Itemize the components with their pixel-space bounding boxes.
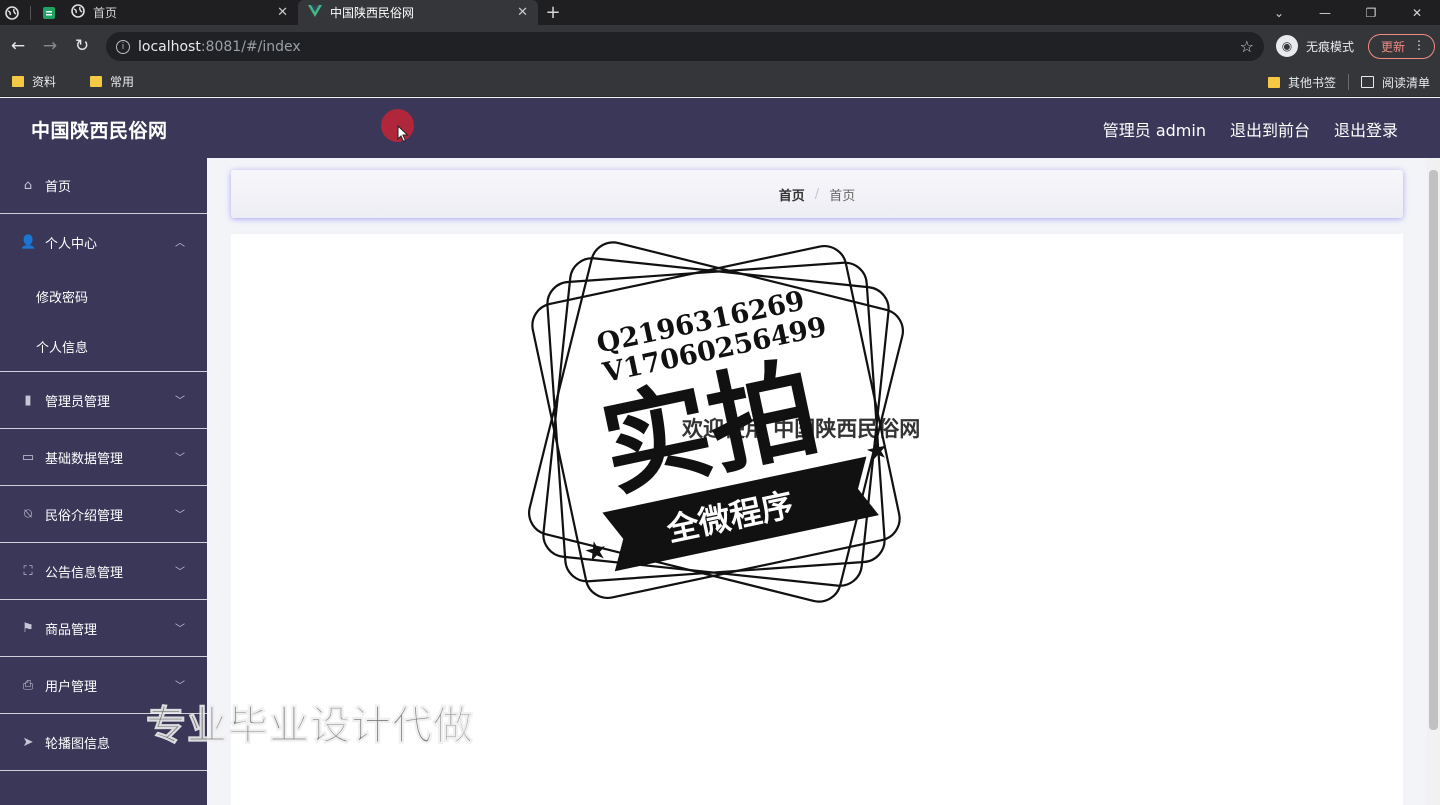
bell-off-icon: ⍉ bbox=[24, 506, 32, 522]
bookmark-folder[interactable]: 资料 bbox=[12, 73, 56, 90]
sidebar-item-home[interactable]: ⌂ 首页 bbox=[0, 158, 207, 214]
vue-logo-icon bbox=[308, 5, 322, 20]
admin-label: 管理员 admin bbox=[1102, 121, 1206, 140]
send-icon: ➤ bbox=[22, 734, 34, 750]
browser-tab-strip: 首页 ✕ 中国陕西民俗网 ✕ + ⌄ — ❐ ✕ bbox=[0, 0, 1440, 25]
user-icon: 👤 bbox=[20, 235, 37, 250]
home-icon: ⌂ bbox=[23, 178, 33, 193]
reading-list-icon bbox=[1360, 76, 1374, 88]
sidebar-item-label: 民俗介绍管理 bbox=[45, 508, 124, 524]
breadcrumb-current: 首页 bbox=[829, 188, 856, 204]
scroll-thumb[interactable] bbox=[1429, 170, 1438, 730]
folder-icon bbox=[90, 76, 103, 87]
forward-arrow-icon[interactable]: → bbox=[34, 36, 66, 56]
tab-home[interactable]: 首页 ✕ bbox=[61, 0, 298, 25]
flag-icon: ⚑ bbox=[22, 620, 34, 636]
bar-chart-icon: ▮ bbox=[24, 392, 32, 408]
update-label: 更新 bbox=[1381, 40, 1406, 54]
bookmark-label: 阅读清单 bbox=[1381, 75, 1430, 90]
restore-icon[interactable]: ❐ bbox=[1348, 6, 1394, 20]
sidebar-item-admin-management[interactable]: ▮ 管理员管理 ﹀ bbox=[0, 372, 207, 429]
bookmark-folder[interactable]: 常用 bbox=[90, 73, 134, 90]
sidebar-item-goods[interactable]: ⚑ 商品管理 ﹀ bbox=[0, 600, 207, 657]
incognito-label: 无痕模式 bbox=[1306, 39, 1355, 54]
sidebar-item-personal-center[interactable]: 👤 个人中心 ︿ bbox=[0, 214, 207, 271]
other-bookmarks[interactable]: 其他书签 bbox=[1267, 74, 1336, 91]
sheet-app-icon[interactable] bbox=[37, 0, 61, 25]
globe-icon bbox=[71, 4, 85, 21]
tab-active[interactable]: 中国陕西民俗网 ✕ bbox=[298, 0, 538, 25]
sidebar-item-notice[interactable]: ⛶ 公告信息管理 ﹀ bbox=[0, 543, 207, 600]
breadcrumb: 首页 / 首页 bbox=[231, 170, 1403, 218]
minimize-icon[interactable]: — bbox=[1302, 6, 1348, 20]
sidebar-subitem-change-password[interactable]: 修改密码 bbox=[0, 271, 207, 321]
chevron-down-icon: ﹀ bbox=[175, 681, 185, 692]
svg-text:★: ★ bbox=[863, 434, 892, 468]
address-bar: ← → ↻ i localhost:8081/#/index ☆ ◉ 无痕模式 … bbox=[0, 25, 1440, 67]
sidebar-item-label: 商品管理 bbox=[45, 622, 98, 638]
sidebar-item-label: 公告信息管理 bbox=[45, 565, 124, 581]
sidebar-group-personal: 👤 个人中心 ︿ 修改密码 个人信息 bbox=[0, 214, 207, 372]
app-header: 中国陕西民俗网 管理员 admin 退出到前台 退出登录 bbox=[0, 98, 1440, 158]
new-tab-icon[interactable]: + bbox=[538, 2, 568, 23]
sidebar-item-folk-intro[interactable]: ⍉ 民俗介绍管理 ﹀ bbox=[0, 486, 207, 543]
promo-watermark: 专业毕业设计代做 bbox=[146, 703, 474, 750]
folder-icon bbox=[12, 76, 24, 87]
incognito-indicator[interactable]: ◉ 无痕模式 bbox=[1276, 35, 1354, 57]
close-icon[interactable]: ✕ bbox=[517, 5, 528, 20]
breadcrumb-root[interactable]: 首页 bbox=[779, 185, 805, 204]
sidebar-item-label: 用户管理 bbox=[45, 679, 98, 695]
chevron-down-icon: ﹀ bbox=[175, 453, 185, 464]
bookmarks-bar: 资料 常用 其他书签 阅读清单 bbox=[0, 67, 1440, 97]
window-close-icon[interactable]: ✕ bbox=[1394, 6, 1440, 20]
chevron-down-icon: ﹀ bbox=[175, 624, 185, 635]
site-brand: 中国陕西民俗网 bbox=[31, 120, 168, 142]
sidebar-item-label: 轮播图信息 bbox=[45, 736, 111, 752]
sidebar-item-basic-data[interactable]: ▭ 基础数据管理 ﹀ bbox=[0, 429, 207, 486]
sidebar-subitem-label: 修改密码 bbox=[36, 290, 89, 306]
stamp-watermark: Q2196316269 V17060256499 实拍 全微程序 ★ ★ bbox=[528, 241, 904, 603]
url-path: :8081/#/index bbox=[200, 38, 301, 55]
back-arrow-icon[interactable]: ← bbox=[2, 36, 34, 56]
update-button[interactable]: 更新 ⋮ bbox=[1368, 34, 1435, 59]
chevron-down-icon: ﹀ bbox=[175, 396, 185, 407]
bookmark-label: 其他书签 bbox=[1287, 75, 1336, 90]
folder-icon bbox=[1267, 76, 1280, 88]
svg-text:★: ★ bbox=[581, 535, 610, 569]
sidebar-item-label: 管理员管理 bbox=[45, 394, 111, 410]
tab-title: 中国陕西民俗网 bbox=[330, 6, 415, 20]
bookmark-star-icon[interactable]: ☆ bbox=[1240, 37, 1254, 56]
reading-list[interactable]: 阅读清单 bbox=[1360, 74, 1430, 91]
chevron-down-icon: ﹀ bbox=[175, 510, 185, 521]
to-front-link[interactable]: 退出到前台 bbox=[1230, 117, 1310, 141]
tab-search-chevron-icon[interactable]: ⌄ bbox=[1256, 6, 1302, 20]
sidebar-item-label: 基础数据管理 bbox=[45, 451, 124, 467]
site-info-icon[interactable]: i bbox=[116, 39, 130, 54]
sidebar-subitem-personal-info[interactable]: 个人信息 bbox=[0, 321, 207, 371]
breadcrumb-separator: / bbox=[814, 186, 820, 202]
mouse-pointer-icon bbox=[397, 125, 409, 143]
sidebar-item-label: 首页 bbox=[45, 180, 72, 195]
frame-icon: ⛶ bbox=[23, 563, 33, 579]
chevron-down-icon: ﹀ bbox=[175, 567, 185, 578]
tab-title: 首页 bbox=[93, 6, 118, 20]
page-scrollbar[interactable] bbox=[1427, 158, 1440, 805]
close-icon[interactable]: ✕ bbox=[277, 5, 288, 20]
card-icon: ▭ bbox=[21, 449, 35, 465]
sidebar-subitem-label: 个人信息 bbox=[36, 340, 89, 356]
chevron-up-icon: ︿ bbox=[175, 238, 185, 249]
bookmark-label: 常用 bbox=[110, 75, 135, 89]
more-vert-icon: ⋮ bbox=[1413, 38, 1425, 52]
url-input[interactable]: i localhost:8081/#/index ☆ bbox=[106, 32, 1264, 61]
logout-link[interactable]: 退出登录 bbox=[1334, 117, 1398, 141]
bookmark-label: 资料 bbox=[32, 75, 57, 89]
printer-icon: ⎙ bbox=[22, 677, 34, 693]
sidebar-item-label: 个人中心 bbox=[45, 237, 98, 252]
reload-icon[interactable]: ↻ bbox=[66, 36, 98, 56]
url-host: localhost bbox=[138, 38, 201, 55]
globe-icon[interactable] bbox=[0, 0, 24, 25]
incognito-icon: ◉ bbox=[1276, 35, 1298, 57]
